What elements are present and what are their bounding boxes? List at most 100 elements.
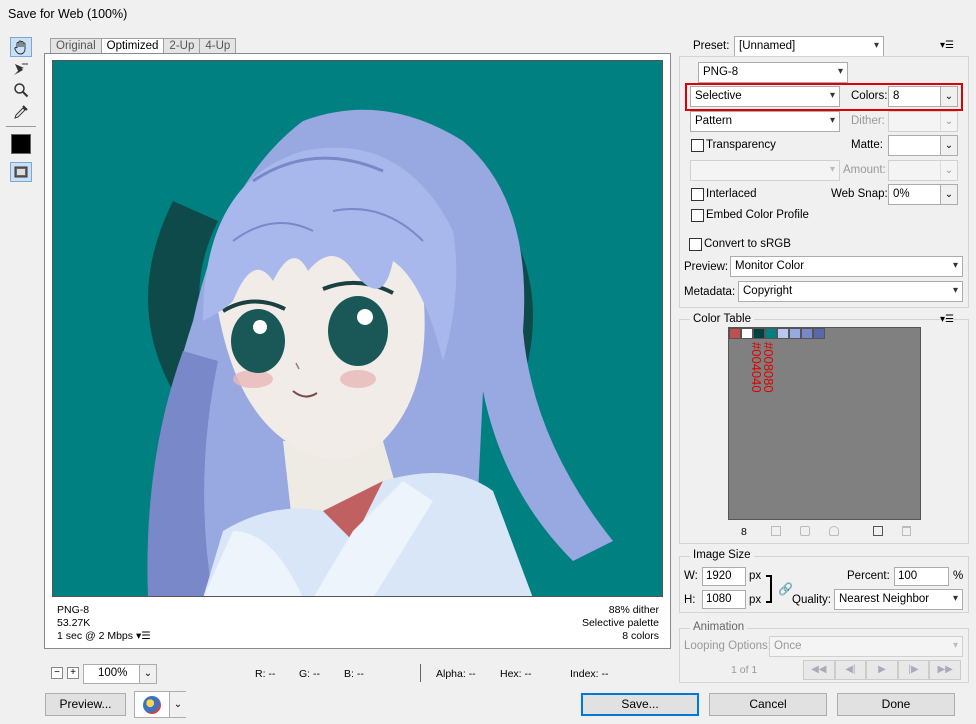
status-index: Index: -- (570, 668, 609, 680)
chevron-down-icon: ▾ (952, 640, 958, 651)
zoom-tool-icon[interactable] (10, 80, 32, 100)
color-table-menu-icon[interactable]: ▾☰ (940, 314, 954, 325)
speed-menu-icon[interactable]: ▾☰ (136, 630, 151, 642)
tab-2-up[interactable]: 2-Up (163, 38, 201, 54)
dither-amount-combo: ⌄ (888, 111, 958, 132)
done-button[interactable]: Done (837, 693, 955, 716)
color-swatch[interactable] (777, 328, 789, 339)
metadata-select[interactable]: Copyright ▾ (738, 281, 963, 302)
websnap-label: Web Snap: (831, 188, 888, 200)
chevron-down-icon: ▾ (873, 40, 879, 51)
trash-icon[interactable] (902, 526, 911, 536)
image-size-title: Image Size (690, 549, 754, 561)
chevron-down-icon: ▾ (952, 593, 958, 604)
web-shift-icon[interactable] (800, 526, 810, 536)
chevron-down-icon: ▾ (829, 164, 835, 175)
looping-label: Looping Options: (684, 640, 771, 652)
color-swatch[interactable] (789, 328, 801, 339)
chevron-down-icon[interactable]: ⌄ (169, 692, 186, 717)
browser-select[interactable]: ⌄ (134, 691, 186, 718)
annotation-dark-teal: #004040 (749, 342, 764, 393)
preset-menu-icon[interactable]: ▾☰ (940, 40, 954, 51)
convert-srgb-checkbox[interactable] (689, 238, 702, 251)
status-hex: Hex: -- (500, 668, 532, 680)
chevron-down-icon: ▾ (829, 90, 835, 101)
websnap-combo[interactable]: 0% ⌄ (888, 184, 958, 205)
embed-profile-checkbox[interactable] (691, 209, 704, 222)
tab-original[interactable]: Original (50, 38, 102, 54)
matte-combo[interactable]: ⌄ (888, 135, 958, 156)
width-label: W: (684, 570, 698, 582)
cancel-button[interactable]: Cancel (709, 693, 827, 716)
color-swatch[interactable] (813, 328, 825, 339)
matte-label: Matte: (851, 139, 883, 151)
hand-tool-icon[interactable] (10, 37, 32, 57)
slice-select-tool-icon[interactable] (10, 59, 32, 79)
color-swatch[interactable] (741, 328, 753, 339)
preview-button[interactable]: Preview... (45, 693, 126, 716)
chevron-down-icon: ⌄ (940, 161, 957, 180)
chevron-down-icon[interactable]: ⌄ (139, 665, 156, 683)
prev-frame-icon[interactable]: ◀| (834, 660, 867, 680)
info-speed: 1 sec @ 2 Mbps ▾☰ (57, 630, 151, 642)
tab-optimized[interactable]: Optimized (100, 38, 165, 54)
amount-combo: ⌄ (888, 160, 958, 181)
first-frame-icon[interactable]: ◀◀ (803, 660, 835, 680)
info-palette: Selective palette (581, 617, 659, 629)
zoom-out-icon[interactable]: − (51, 667, 63, 679)
info-colors: 8 colors (622, 630, 659, 642)
map-transparent-icon[interactable] (771, 526, 781, 536)
colors-combo[interactable]: 8 ⌄ (888, 86, 958, 107)
width-input[interactable]: 1920 (702, 567, 746, 586)
color-table-grid[interactable]: #008080 #004040 (728, 327, 921, 520)
transparency-checkbox[interactable] (691, 139, 704, 152)
chevron-down-icon[interactable]: ⌄ (940, 87, 957, 106)
new-color-icon[interactable] (873, 526, 883, 536)
chevron-down-icon: ▾ (952, 285, 958, 296)
eyedropper-color-swatch[interactable] (11, 134, 31, 154)
chevron-down-icon: ▾ (837, 66, 843, 77)
color-table-title: Color Table (690, 313, 754, 325)
color-swatch-selected[interactable] (753, 328, 765, 339)
zoom-in-icon[interactable]: + (67, 667, 79, 679)
chevron-down-icon[interactable]: ⌄ (940, 185, 957, 204)
preview-select[interactable]: Monitor Color ▾ (730, 256, 963, 277)
lock-color-icon[interactable] (829, 526, 839, 536)
file-format-select[interactable]: PNG-8 ▾ (698, 62, 848, 83)
chevron-down-icon[interactable]: ⌄ (940, 136, 957, 155)
status-b: B: -- (344, 668, 364, 680)
quality-label: Quality: (792, 594, 831, 606)
optimized-image-preview[interactable] (52, 60, 663, 597)
height-label: H: (684, 594, 696, 606)
preview-label: Preview: (684, 261, 729, 273)
quality-select[interactable]: Nearest Neighbor ▾ (834, 589, 963, 610)
color-swatch[interactable] (729, 328, 741, 339)
last-frame-icon[interactable]: ▶▶ (929, 660, 961, 680)
hex-annotation: #008080 #004040 (749, 342, 782, 402)
eyedropper-tool-icon[interactable] (10, 102, 32, 122)
percent-label: Percent: (847, 570, 890, 582)
interlaced-checkbox[interactable] (691, 188, 704, 201)
percent-input[interactable]: 100 (894, 567, 949, 586)
color-reduction-select[interactable]: Selective ▾ (690, 86, 840, 107)
next-frame-icon[interactable]: |▶ (897, 660, 930, 680)
save-button[interactable]: Save... (581, 693, 699, 716)
color-swatch[interactable] (801, 328, 813, 339)
height-input[interactable]: 1080 (702, 590, 746, 609)
info-dither: 88% dither (608, 604, 659, 616)
toggle-slices-icon[interactable] (10, 162, 32, 182)
optimization-info: PNG-8 53.27K 1 sec @ 2 Mbps ▾☰ 88% dithe… (52, 601, 663, 645)
tab-4-up[interactable]: 4-Up (199, 38, 237, 54)
toolbox-divider (6, 126, 36, 127)
view-tabs: Original Optimized 2-Up 4-Up (50, 38, 237, 54)
preset-select[interactable]: [Unnamed] ▾ (734, 36, 884, 57)
play-icon[interactable]: ▶ (866, 660, 898, 680)
frame-counter: 1 of 1 (731, 664, 758, 676)
zoom-combo[interactable]: 100% ⌄ (83, 664, 157, 684)
percent-unit: % (953, 570, 964, 582)
height-unit: px (749, 594, 762, 606)
status-r: R: -- (255, 668, 276, 680)
link-icon[interactable]: 🔗 (778, 582, 793, 596)
dither-method-select[interactable]: Pattern ▾ (690, 111, 840, 132)
color-swatch[interactable] (765, 328, 777, 339)
